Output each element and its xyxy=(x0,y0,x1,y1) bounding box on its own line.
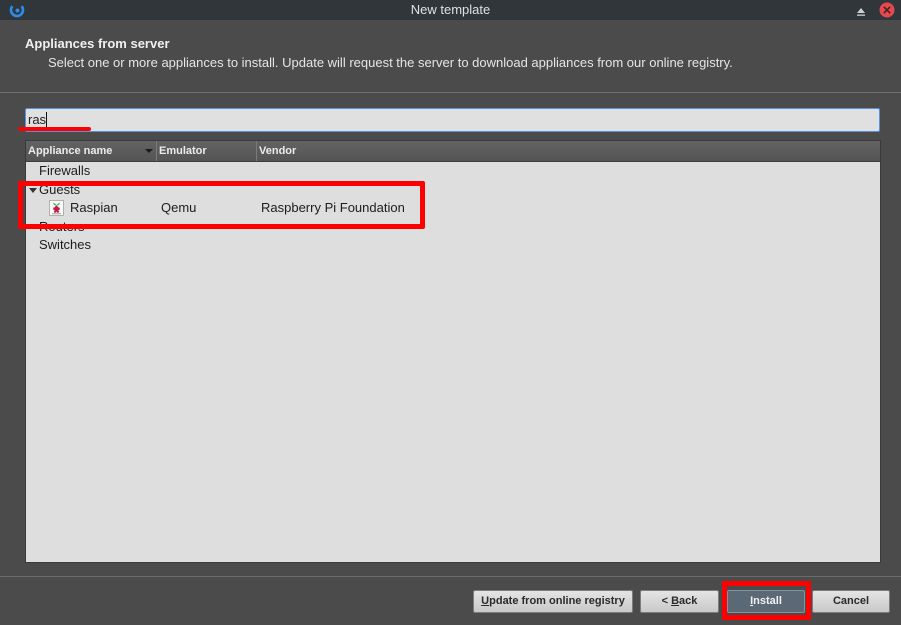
column-header-vendor[interactable]: Vendor xyxy=(257,141,880,161)
button-label: pdate from online registry xyxy=(489,595,625,607)
window-title: New template xyxy=(410,2,491,17)
close-icon[interactable] xyxy=(879,2,895,18)
annotation-highlight-box xyxy=(18,181,425,229)
button-mnemonic: U xyxy=(481,595,490,607)
back-button[interactable]: < Back xyxy=(640,590,719,613)
page-description: Select one or more appliances to install… xyxy=(48,55,733,70)
column-label: Appliance name xyxy=(28,145,113,157)
column-label: Emulator xyxy=(159,145,207,157)
tree-category-firewalls[interactable]: Firewalls xyxy=(26,162,880,181)
tree-header: Appliance name Emulator Vendor xyxy=(26,141,880,162)
wizard-header: Appliances from server Select one or mor… xyxy=(0,20,901,93)
button-prefix: < xyxy=(661,595,672,607)
tree-category-switches[interactable]: Switches xyxy=(26,236,880,255)
text-caret xyxy=(46,112,48,127)
search-input-value: ras xyxy=(28,112,48,128)
annotation-underline xyxy=(18,127,91,131)
title-bar[interactable]: New template xyxy=(0,0,901,20)
column-label: Vendor xyxy=(259,145,297,157)
annotation-highlight-box xyxy=(722,581,811,620)
button-label: ack xyxy=(679,595,698,607)
update-from-registry-button[interactable]: Update from online registry xyxy=(473,590,633,613)
keep-above-icon[interactable] xyxy=(855,4,867,16)
page-title: Appliances from server xyxy=(25,36,170,51)
cancel-button[interactable]: Cancel xyxy=(812,590,890,613)
button-mnemonic: B xyxy=(671,595,680,607)
category-label: Firewalls xyxy=(39,163,91,178)
column-header-appliance-name[interactable]: Appliance name xyxy=(26,141,157,161)
search-value-text: ras xyxy=(28,112,47,127)
category-label: Switches xyxy=(39,237,92,252)
footer-divider xyxy=(0,576,901,577)
button-label: Cancel xyxy=(832,595,870,607)
sort-descending-icon xyxy=(145,149,153,153)
search-input[interactable]: ras xyxy=(25,108,880,132)
column-header-emulator[interactable]: Emulator xyxy=(157,141,257,161)
